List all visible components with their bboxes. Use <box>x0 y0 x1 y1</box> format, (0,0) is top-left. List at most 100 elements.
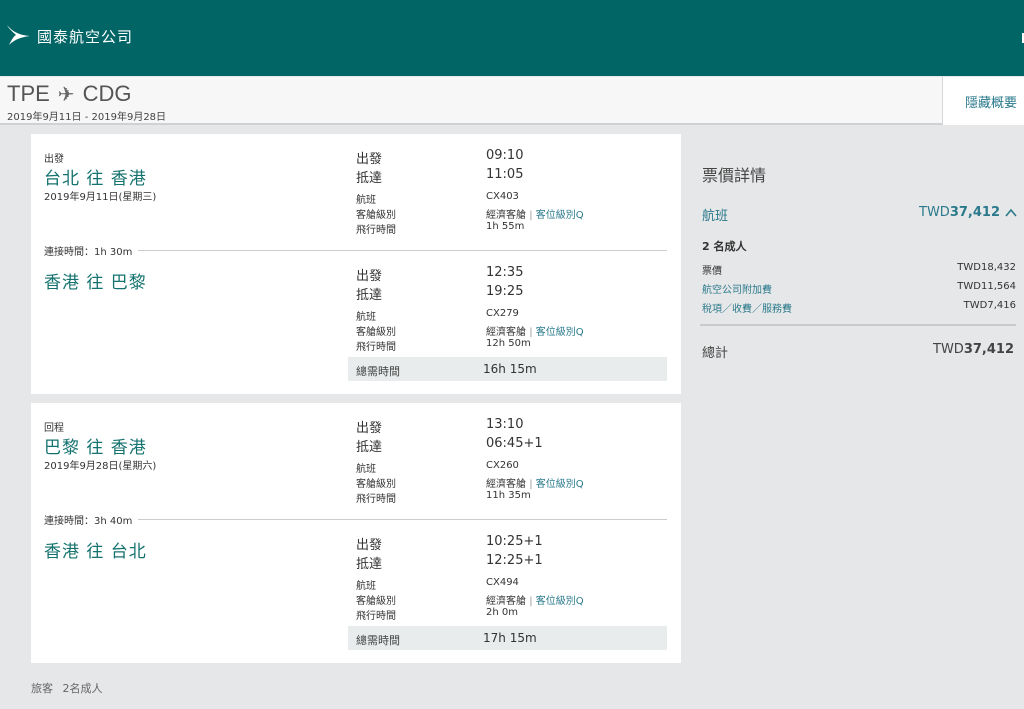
line-item-label[interactable]: 航空公司附加費 <box>702 281 772 296</box>
depart-label: 出發 <box>356 269 383 284</box>
arrive-label: 抵達 <box>356 288 383 303</box>
cabin-separator: | <box>529 210 533 221</box>
total-time-box: 總需時間 17h 15m <box>348 626 667 650</box>
flight-number: CX403 <box>486 191 519 202</box>
cabin-label: 客艙級別 <box>356 596 396 607</box>
fare-class-link[interactable]: 客位級別Q <box>536 210 584 221</box>
cabin-separator: | <box>529 327 533 338</box>
currency-code: TWD <box>919 205 950 220</box>
currency-code: TWD <box>957 281 981 292</box>
connection-text: 連接時間：1h 30m <box>44 247 133 258</box>
grand-total-label: 總計 <box>702 346 729 361</box>
depart-label: 出發 <box>356 152 383 167</box>
amount-value: 37,412 <box>963 342 1014 357</box>
arrive-time: 11:05 <box>486 167 524 182</box>
flight-number: CX279 <box>486 308 519 319</box>
line-item-label: 票價 <box>702 266 722 277</box>
origin-code: TPE <box>7 81 50 106</box>
cabin-class: 經濟客艙 <box>486 210 526 221</box>
travellers-label: 旅客 <box>31 682 53 695</box>
cabin-value: 經濟客艙 | 客位級別Q <box>486 323 584 338</box>
cabin-value: 經濟客艙 | 客位級別Q <box>486 475 584 490</box>
fare-class-link[interactable]: 客位級別Q <box>536 479 584 490</box>
summary-toggle-panel: 隱藏概要 <box>942 77 1024 125</box>
flight-label: 航班 <box>356 464 376 475</box>
segment-title: 巴黎 往 香港 <box>44 438 147 458</box>
flight-number: CX260 <box>486 460 519 471</box>
cabin-value: 經濟客艙 | 客位級別Q <box>486 592 584 607</box>
flight-label: 航班 <box>356 581 376 592</box>
flights-fare-row[interactable]: 航班 TWD37,412 <box>700 205 1018 225</box>
chevron-up-icon[interactable] <box>1005 208 1017 217</box>
arrive-time: 19:25 <box>486 284 524 299</box>
hide-summary-link[interactable]: 隱藏概要 <box>965 92 1017 111</box>
cabin-value: 經濟客艙 | 客位級別Q <box>486 206 584 221</box>
duration-label: 飛行時間 <box>356 342 396 353</box>
flight-label: 航班 <box>356 195 376 206</box>
arrive-time: 06:45+1 <box>486 436 543 451</box>
cabin-class: 經濟客艙 <box>486 596 526 607</box>
duration-label: 飛行時間 <box>356 225 396 236</box>
currency-code: TWD <box>963 300 988 311</box>
segment-date: 2019年9月11日(星期三) <box>44 192 157 203</box>
flight-number: CX494 <box>486 577 519 588</box>
duration-label: 飛行時間 <box>356 611 396 622</box>
total-time-box: 總需時間 16h 15m <box>348 357 667 381</box>
depart-label: 出發 <box>356 538 383 553</box>
cabin-label: 客艙級別 <box>356 327 396 338</box>
summary-divider <box>700 324 1016 326</box>
flights-fare-amount: TWD37,412 <box>919 205 1000 220</box>
depart-time: 13:10 <box>486 417 524 432</box>
connection-time: 連接時間：3h 40m <box>44 512 667 527</box>
outbound-card: 出發 台北 往 香港 2019年9月11日(星期三) 出發 09:10 抵達 1… <box>31 134 681 394</box>
depart-time: 12:35 <box>486 265 524 280</box>
amount-value: 7,416 <box>987 300 1016 311</box>
divider-line <box>138 519 667 520</box>
total-time-value: 17h 15m <box>483 631 537 645</box>
depart-time: 10:25+1 <box>486 534 543 549</box>
destination-code: CDG <box>82 81 132 106</box>
cabin-class: 經濟客艙 <box>486 327 526 338</box>
segment-date: 2019年9月28日(星期六) <box>44 461 157 472</box>
flight-duration: 11h 35m <box>486 490 531 501</box>
depart-label: 出發 <box>356 421 383 436</box>
total-time-value: 16h 15m <box>483 362 537 376</box>
brand-name: 國泰航空公司 <box>37 28 134 46</box>
cabin-separator: | <box>529 479 533 490</box>
currency-code: TWD <box>957 262 981 273</box>
fare-class-link[interactable]: 客位級別Q <box>536 596 584 607</box>
route-codes: TPE ✈ CDG <box>7 81 131 107</box>
total-time-label: 總需時間 <box>356 634 400 647</box>
direction-label: 回程 <box>44 423 64 434</box>
connection-text: 連接時間：3h 40m <box>44 516 133 527</box>
cabin-class: 經濟客艙 <box>486 479 526 490</box>
grand-total-amount: TWD37,412 <box>933 342 1014 357</box>
segment-title: 香港 往 巴黎 <box>44 273 147 293</box>
inbound-card: 回程 巴黎 往 香港 2019年9月28日(星期六) 出發 13:10 抵達 0… <box>31 403 681 663</box>
amount-value: 18,432 <box>981 262 1016 273</box>
cabin-label: 客艙級別 <box>356 210 396 221</box>
cabin-separator: | <box>529 596 533 607</box>
divider-line <box>138 250 667 251</box>
amount-value: 11,564 <box>981 281 1016 292</box>
fare-class-link[interactable]: 客位級別Q <box>536 327 584 338</box>
travellers-value: 2名成人 <box>62 682 103 695</box>
segment-title: 香港 往 台北 <box>44 542 147 562</box>
line-item-label[interactable]: 稅項／收費／服務費 <box>702 300 792 315</box>
brand-logo[interactable]: 國泰航空公司 <box>6 22 133 47</box>
flights-fare-label: 航班 <box>702 209 729 224</box>
brushwing-logo-icon <box>7 24 30 45</box>
flight-duration: 12h 50m <box>486 338 531 349</box>
fare-summary-title: 票價詳情 <box>702 166 767 185</box>
flight-label: 航班 <box>356 312 376 323</box>
arrive-label: 抵達 <box>356 557 383 572</box>
travellers-info: 旅客 2名成人 <box>31 680 103 696</box>
segment-title: 台北 往 香港 <box>44 169 147 189</box>
route-summary-bar: TPE ✈ CDG 2019年9月11日 - 2019年9月28日 <box>0 77 942 125</box>
arrive-label: 抵達 <box>356 171 383 186</box>
top-bar: 國泰航空公司 <box>0 0 1024 76</box>
plane-icon: ✈ <box>57 83 75 106</box>
connection-time: 連接時間：1h 30m <box>44 243 667 258</box>
line-item-amount: TWD7,416 <box>964 300 1016 311</box>
flight-duration: 2h 0m <box>486 607 518 618</box>
